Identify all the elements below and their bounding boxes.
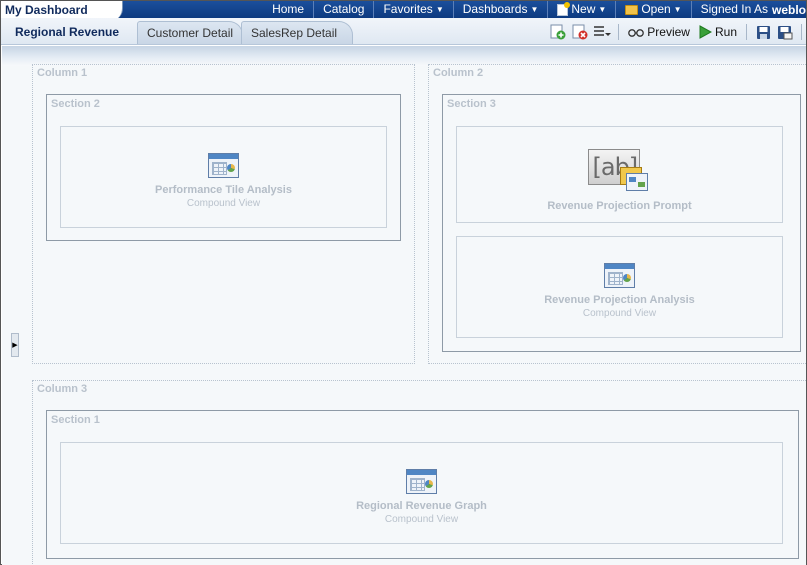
nav-open-menu[interactable]: Open ▼ — [615, 1, 690, 18]
regional-revenue-graph-view[interactable]: Regional Revenue Graph Compound View — [60, 442, 783, 544]
nav-home-link[interactable]: Home — [263, 1, 313, 18]
view-subtitle: Compound View — [186, 198, 261, 209]
toolbar-divider — [746, 24, 747, 40]
add-page-button[interactable] — [548, 22, 568, 42]
expand-panel-handle[interactable]: ▶ — [11, 333, 19, 357]
nav-favorites-label: Favorites — [383, 2, 433, 16]
nav-dashboards-label: Dashboards — [462, 2, 528, 16]
nav-open-label: Open — [641, 2, 671, 16]
compound-view-icon — [604, 263, 635, 288]
user-menu[interactable]: weblo — [772, 3, 806, 17]
column-3[interactable]: Column 3 Section 1 Regional Revenue Grap… — [32, 380, 807, 565]
compound-view-icon — [208, 153, 239, 178]
nav-new-menu[interactable]: New ▼ — [547, 1, 615, 18]
revenue-projection-prompt-view[interactable]: [ab] Revenue Projection Prompt — [456, 126, 783, 223]
section-3[interactable]: Section 3 [ab] Revenue Projection Prompt… — [442, 94, 801, 352]
section-label: Section 3 — [447, 98, 496, 110]
page-tab-bar: Regional Revenue Customer Detail SalesRe… — [1, 18, 806, 45]
section-label: Section 2 — [51, 98, 100, 110]
toolbar-divider — [801, 24, 802, 40]
nav-new-label: New — [571, 2, 596, 16]
column-label: Column 1 — [37, 67, 88, 79]
compound-view-icon — [406, 469, 437, 494]
chevron-right-icon: ▶ — [12, 342, 18, 349]
page-toolbar: Preview Run — [548, 22, 806, 42]
view-title: Revenue Projection Prompt — [547, 200, 692, 212]
preview-glasses-icon — [628, 29, 645, 37]
save-as-icon — [778, 25, 793, 39]
nav-catalog-label: Catalog — [323, 2, 365, 16]
delete-page-icon — [572, 24, 588, 40]
view-subtitle: Compound View — [384, 514, 459, 525]
new-document-icon — [557, 1, 571, 16]
view-title: Revenue Projection Analysis — [544, 294, 695, 306]
column-1[interactable]: Column 1 Section 2 Performance Tile Anal… — [32, 64, 415, 364]
add-page-icon — [550, 24, 566, 40]
section-1[interactable]: Section 1 Regional Revenue Graph Compoun… — [46, 410, 799, 559]
tab-customer-detail[interactable]: Customer Detail — [137, 21, 243, 44]
page-options-button[interactable] — [592, 22, 612, 42]
run-play-icon — [699, 25, 712, 39]
nav-home-label: Home — [272, 2, 305, 16]
signed-in-label: Signed In As — [690, 1, 772, 18]
view-title: Performance Tile Analysis — [155, 184, 292, 196]
toolbar-divider — [618, 24, 620, 40]
nav-favorites-menu[interactable]: Favorites ▼ — [373, 1, 452, 18]
delete-page-button[interactable] — [570, 22, 590, 42]
nav-dashboards-menu[interactable]: Dashboards ▼ — [452, 1, 548, 18]
nav-catalog-link[interactable]: Catalog — [313, 1, 373, 18]
run-label: Run — [714, 25, 737, 39]
run-button[interactable]: Run — [695, 25, 740, 39]
performance-tile-analysis-view[interactable]: Performance Tile Analysis Compound View — [60, 126, 387, 228]
chevron-down-icon: ▼ — [598, 5, 607, 14]
column-label: Column 2 — [433, 67, 484, 79]
prompt-pages-icon — [619, 167, 650, 193]
revenue-projection-analysis-view[interactable]: Revenue Projection Analysis Compound Vie… — [456, 236, 783, 338]
prompt-icon: [ab] — [587, 149, 652, 197]
save-icon — [756, 25, 770, 39]
view-subtitle: Compound View — [582, 308, 657, 319]
section-label: Section 1 — [51, 414, 100, 426]
chevron-down-icon: ▼ — [673, 5, 682, 14]
tab-regional-revenue[interactable]: Regional Revenue — [7, 21, 133, 44]
chevron-down-icon: ▼ — [530, 5, 539, 14]
global-nav: Home Catalog Favorites ▼ Dashboards ▼ New ▼… — [263, 1, 806, 18]
view-title: Regional Revenue Graph — [356, 500, 487, 512]
preview-label: Preview — [647, 25, 690, 39]
column-label: Column 3 — [37, 383, 88, 395]
save-as-button[interactable] — [775, 22, 795, 42]
preview-button[interactable]: Preview — [625, 25, 693, 39]
tab-salesrep-detail[interactable]: SalesRep Detail — [241, 21, 353, 44]
save-button[interactable] — [753, 22, 773, 42]
folder-icon — [625, 4, 639, 15]
list-options-icon — [594, 26, 612, 36]
chevron-down-icon: ▼ — [435, 5, 444, 14]
column-2[interactable]: Column 2 Section 3 [ab] Revenue Projecti… — [428, 64, 807, 364]
layout-header-band — [2, 46, 806, 66]
section-2[interactable]: Section 2 Performance Tile Analysis Comp… — [46, 94, 401, 241]
